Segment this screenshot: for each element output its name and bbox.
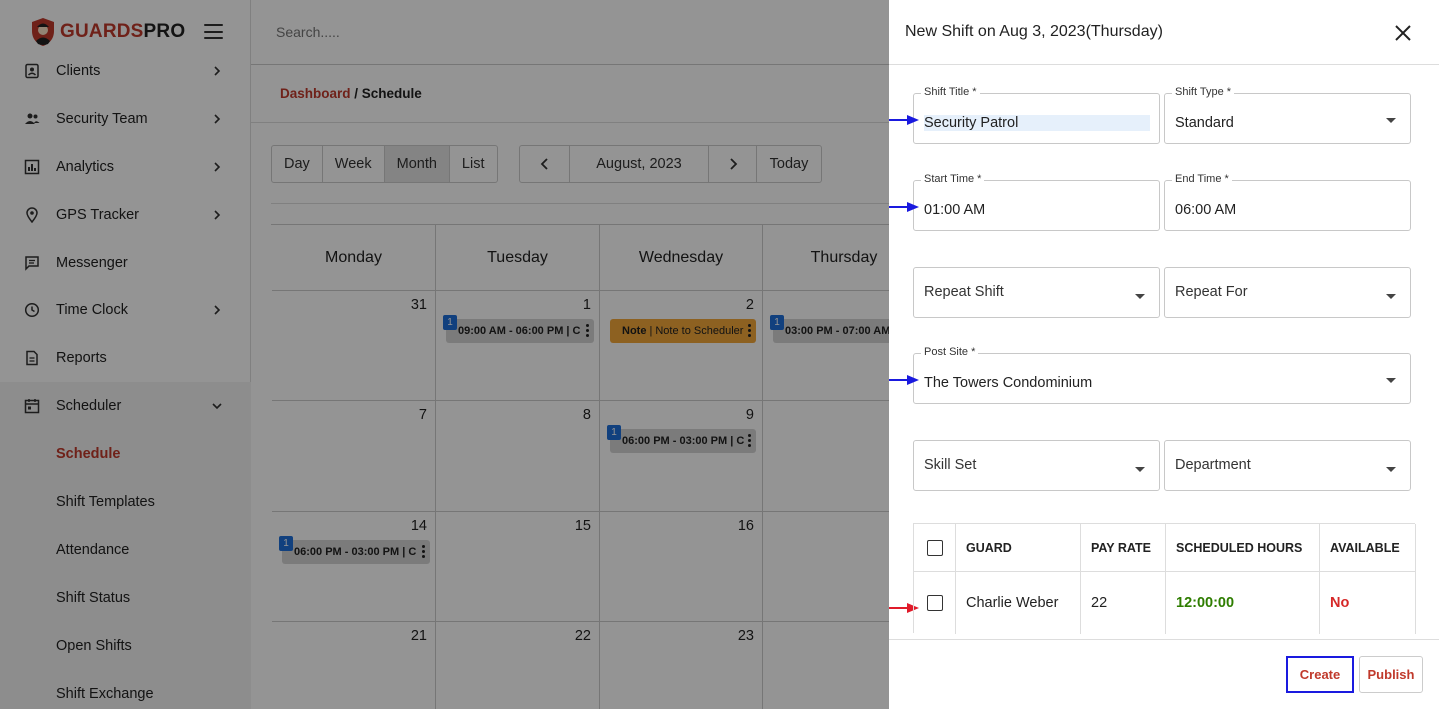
close-icon[interactable] — [1394, 24, 1412, 42]
field-value: Standard — [1175, 115, 1234, 131]
end-time-field[interactable]: End Time * 06:00 AM — [1164, 173, 1411, 231]
repeat-shift-select[interactable]: Repeat Shift — [913, 267, 1160, 318]
drawer-title: New Shift on Aug 3, 2023(Thursday) — [905, 23, 1163, 40]
publish-button[interactable]: Publish — [1359, 656, 1423, 693]
guard-name-cell: Charlie Weber — [956, 572, 1081, 634]
field-placeholder: Department — [1175, 457, 1251, 473]
modal-backdrop[interactable] — [0, 0, 889, 709]
blue-arrow-annotation — [889, 115, 919, 125]
blue-arrow-annotation — [889, 375, 919, 385]
new-shift-drawer: New Shift on Aug 3, 2023(Thursday) Shift… — [889, 0, 1439, 709]
dropdown-caret-icon — [1135, 294, 1145, 299]
field-value: Security Patrol — [924, 115, 1150, 131]
field-label: Start Time * — [921, 173, 985, 185]
field-value: The Towers Condominium — [924, 375, 1093, 391]
field-label: Shift Title * — [921, 86, 980, 98]
drawer-header-divider — [889, 64, 1439, 65]
column-header-available: AVAILABLE — [1320, 524, 1416, 572]
available-cell: No — [1320, 572, 1416, 634]
row-select-cell — [914, 572, 956, 634]
select-all-cell — [914, 524, 956, 572]
shift-type-select[interactable]: Shift Type * Standard — [1164, 86, 1411, 144]
department-select[interactable]: Department — [1164, 440, 1411, 491]
dropdown-caret-icon — [1386, 118, 1396, 123]
blue-arrow-annotation — [889, 202, 919, 212]
select-all-checkbox[interactable] — [926, 539, 943, 556]
field-value: 06:00 AM — [1175, 202, 1237, 218]
scheduled-hours-cell: 12:00:00 — [1166, 572, 1320, 634]
repeat-for-select[interactable]: Repeat For — [1164, 267, 1411, 318]
row-select-checkbox[interactable] — [926, 595, 943, 611]
field-label: End Time * — [1172, 173, 1232, 185]
column-header-pay-rate: PAY RATE — [1081, 524, 1166, 572]
dropdown-caret-icon — [1386, 294, 1396, 299]
guard-table: GUARD PAY RATE SCHEDULED HOURS AVAILABLE… — [913, 523, 1416, 634]
pay-rate-cell: 22 — [1081, 572, 1166, 634]
drawer-footer-divider — [889, 639, 1439, 640]
create-button[interactable]: Create — [1286, 656, 1354, 693]
field-placeholder: Repeat For — [1175, 284, 1248, 300]
field-label: Shift Type * — [1172, 86, 1235, 98]
shift-title-field[interactable]: Shift Title * Security Patrol — [913, 86, 1160, 144]
column-header-scheduled-hours: SCHEDULED HOURS — [1166, 524, 1320, 572]
field-placeholder: Repeat Shift — [924, 284, 1004, 300]
skill-set-select[interactable]: Skill Set — [913, 440, 1160, 491]
post-site-select[interactable]: Post Site * The Towers Condominium — [913, 346, 1411, 404]
dropdown-caret-icon — [1386, 467, 1396, 472]
field-value: 01:00 AM — [924, 202, 986, 218]
field-placeholder: Skill Set — [924, 457, 977, 473]
dropdown-caret-icon — [1386, 378, 1396, 383]
field-label: Post Site * — [921, 346, 979, 358]
dropdown-caret-icon — [1135, 467, 1145, 472]
column-header-guard: GUARD — [956, 524, 1081, 572]
start-time-field[interactable]: Start Time * 01:00 AM — [913, 173, 1160, 231]
